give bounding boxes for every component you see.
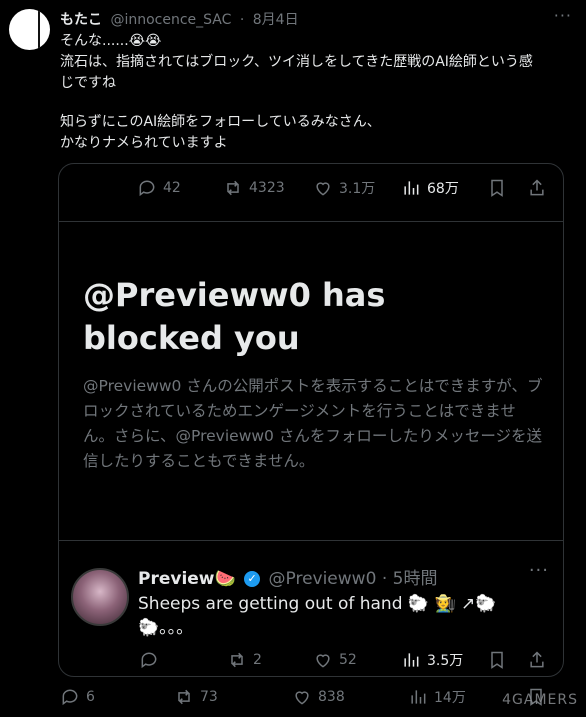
watermark: 4GAMERS	[502, 692, 578, 708]
tweet-line-5: 知らずにこのAI絵師をフォローしているみなさん、	[60, 114, 381, 130]
share-icon	[530, 179, 544, 196]
reply-icon	[62, 689, 78, 706]
tweet-line-6: かなりナメられていますよ	[60, 135, 228, 151]
heart-icon	[316, 182, 330, 196]
quoted-bookmark-button[interactable]	[487, 650, 507, 670]
bookmark-icon	[491, 651, 503, 669]
quoted-time[interactable]: 5時間	[393, 569, 438, 589]
author-handle[interactable]: @innocence_SAC	[110, 12, 231, 28]
author-name[interactable]: もたこ	[60, 12, 102, 28]
card-reply-button[interactable]: 42	[137, 178, 181, 198]
repost-icon	[227, 180, 239, 196]
quoted-more-options-icon[interactable]: ···	[529, 560, 549, 581]
tweet-line-3: じですね	[60, 75, 116, 91]
tweet-line-2: 流石は、指摘されてはブロック、ツイ消しをしてきた歴戦のAI絵師という感	[60, 54, 533, 70]
card-share-button[interactable]	[527, 178, 547, 198]
tweet-line-1: そんな......😭😭	[60, 33, 162, 49]
card-repost-button[interactable]: 4323	[223, 178, 285, 198]
quoted-avatar[interactable]	[71, 568, 129, 626]
verified-badge-icon: ✓	[244, 571, 261, 587]
bookmark-icon	[491, 179, 503, 197]
quoted-views-button[interactable]: 3.5万	[401, 650, 463, 670]
blocked-description: @Previeww0 さんの公開ポストを表示することはできますが、ブロックされて…	[83, 377, 543, 470]
quoted-text: Sheeps are getting out of hand 🐑 🧑‍🌾 ↗🐑 …	[138, 594, 497, 638]
quoted-share-button[interactable]	[527, 650, 547, 670]
repost-icon	[178, 689, 190, 705]
card-top-actions: 42 4323 3.1万 68万	[59, 164, 563, 222]
views-icon	[404, 653, 419, 667]
quoted-author-name[interactable]: Preview🍉	[138, 569, 236, 589]
like-button[interactable]: 838	[292, 687, 345, 707]
quoted-like-button[interactable]: 52	[313, 650, 357, 670]
tweet-header: もたこ @innocence_SAC · 8月4日	[60, 9, 299, 29]
card-views-button[interactable]: 68万	[401, 178, 459, 198]
more-options-icon[interactable]: ···	[554, 6, 572, 25]
quoted-header: Preview🍉 ✓ @Previeww0 · 5時間	[138, 564, 437, 589]
tweet-time[interactable]: 8月4日	[253, 12, 299, 28]
card-divider	[59, 540, 563, 541]
heart-icon	[316, 654, 330, 668]
reply-icon	[141, 652, 157, 669]
repost-icon	[231, 652, 243, 668]
share-icon	[530, 651, 544, 668]
separator-dot: ·	[239, 12, 245, 28]
blocked-title: @Previeww0 has blocked you	[83, 276, 386, 357]
views-button[interactable]: 14万	[408, 687, 466, 707]
reply-icon	[139, 180, 155, 197]
quoted-reply-button[interactable]	[139, 650, 165, 670]
repost-button[interactable]: 73	[174, 687, 218, 707]
separator-dot: ·	[381, 569, 388, 589]
reply-button[interactable]: 6	[60, 687, 95, 707]
views-icon	[404, 181, 419, 195]
quoted-repost-button[interactable]: 2	[227, 650, 262, 670]
card-like-button[interactable]: 3.1万	[313, 178, 375, 198]
author-avatar[interactable]	[9, 9, 50, 50]
embedded-card[interactable]: 42 4323 3.1万 68万 @Previeww0 has blocked …	[58, 163, 564, 677]
card-bookmark-button[interactable]	[487, 178, 507, 198]
views-icon	[411, 690, 426, 704]
heart-icon	[295, 691, 309, 705]
quoted-author-handle[interactable]: @Previeww0	[269, 569, 377, 589]
